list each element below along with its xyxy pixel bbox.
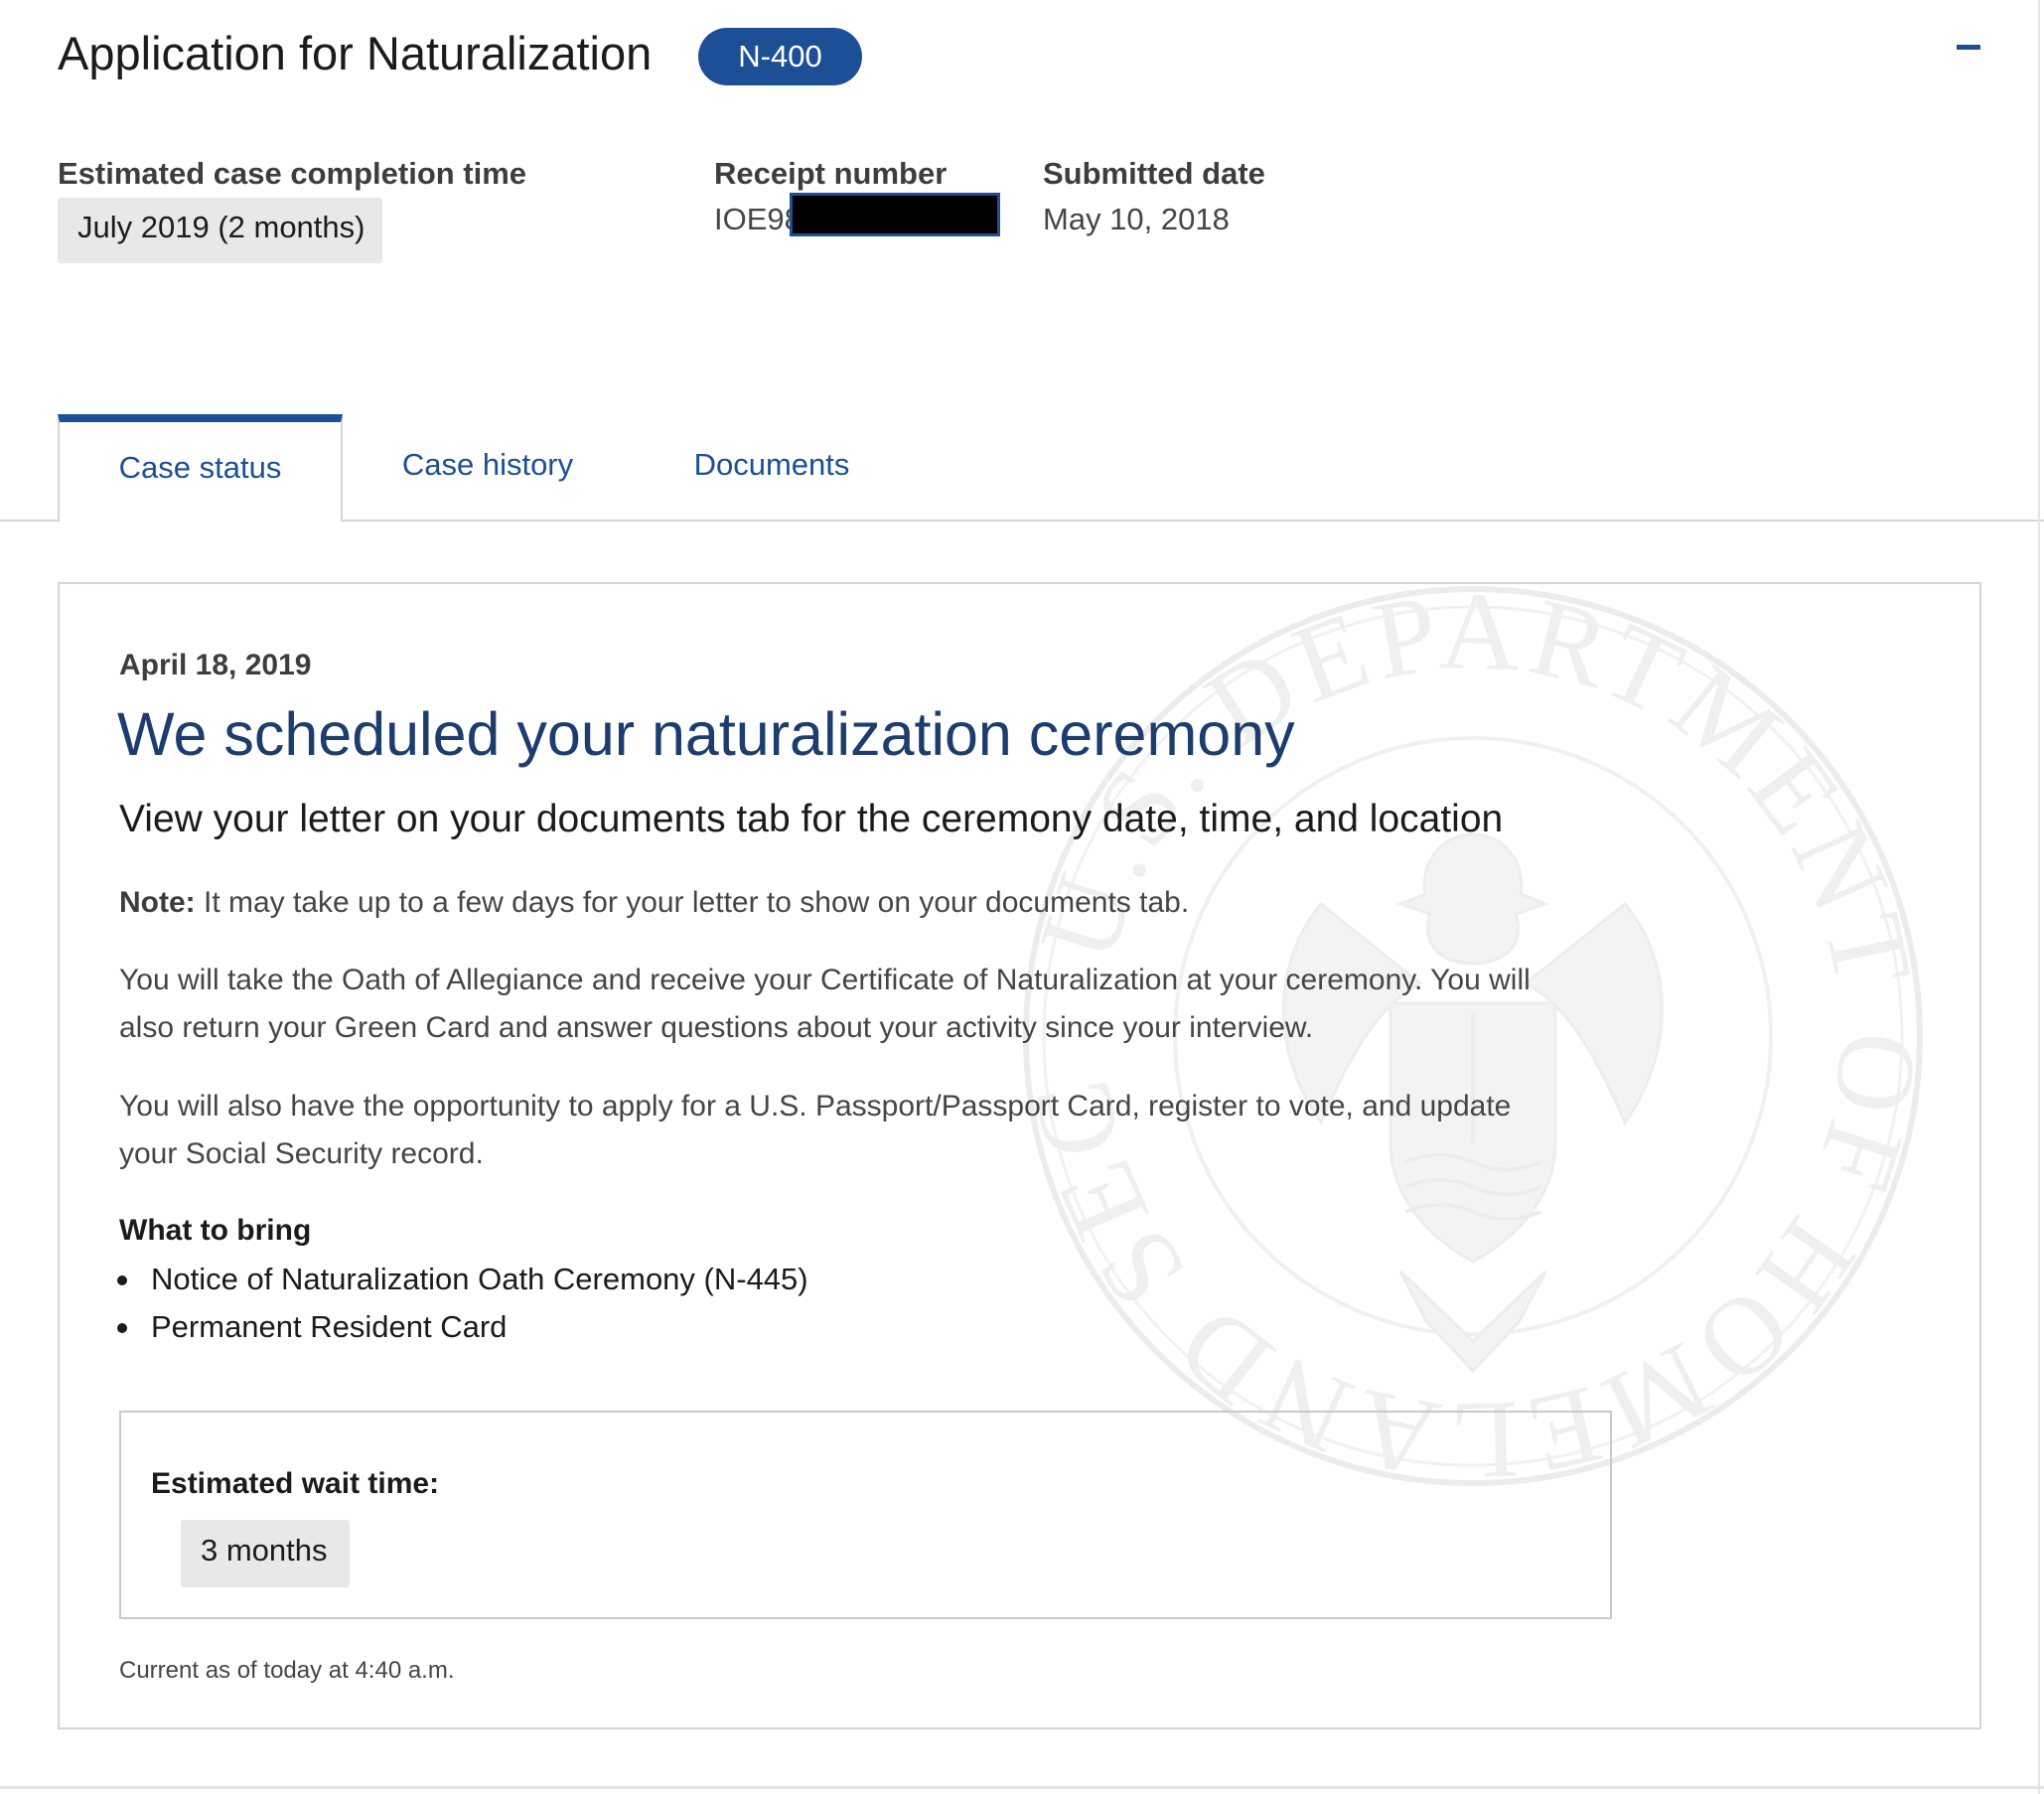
collapse-button[interactable] [1957,44,1980,52]
receipt-number-value: IOE98 [714,202,802,236]
wait-time-value: 3 months [181,1520,350,1587]
completion-time-label: Estimated case completion time [58,156,527,191]
page-edge [0,1786,2044,1789]
note-paragraph: Note: It may take up to a few days for y… [119,879,1189,927]
submitted-date-label: Submitted date [1043,156,1265,191]
form-number-badge: N-400 [698,28,862,85]
list-item-text: Notice of Naturalization Oath Ceremony (… [151,1262,808,1296]
passport-paragraph-line-2: your Social Security record. [119,1137,484,1170]
completion-time-value: July 2019 (2 months) [58,198,382,263]
minus-icon [1957,45,1980,50]
last-updated-text: Current as of today at 4:40 a.m. [119,1657,455,1684]
tab-case-history[interactable]: Case history [369,414,606,522]
wait-time-label: Estimated wait time: [151,1467,440,1500]
oath-paragraph-line-2: also return your Green Card and answer q… [119,1011,1314,1044]
bullet-icon [117,1323,127,1333]
case-status-page: Application for Naturalization N-400 Est… [0,0,2044,1794]
redaction-box [790,193,1000,236]
note-label: Note: [119,886,196,919]
page-edge [2038,0,2040,1794]
tab-case-status[interactable]: Case status [58,414,343,522]
status-subtitle: View your letter on your documents tab f… [119,798,1504,840]
bullet-icon [117,1275,127,1285]
what-to-bring-heading: What to bring [119,1214,312,1247]
status-date: April 18, 2019 [119,649,312,681]
status-title: We scheduled your naturalization ceremon… [117,700,1295,768]
submitted-date-value: May 10, 2018 [1043,202,1230,236]
application-title: Application for Naturalization [58,27,653,79]
list-item-text: Permanent Resident Card [151,1309,508,1344]
wait-time-box [119,1411,1612,1619]
tab-documents[interactable]: Documents [656,414,888,522]
receipt-number-label: Receipt number [714,156,948,191]
oath-paragraph-line-1: You will take the Oath of Allegiance and… [119,964,1531,996]
passport-paragraph-line-1: You will also have the opportunity to ap… [119,1090,1512,1122]
note-text: It may take up to a few days for your le… [195,886,1190,919]
